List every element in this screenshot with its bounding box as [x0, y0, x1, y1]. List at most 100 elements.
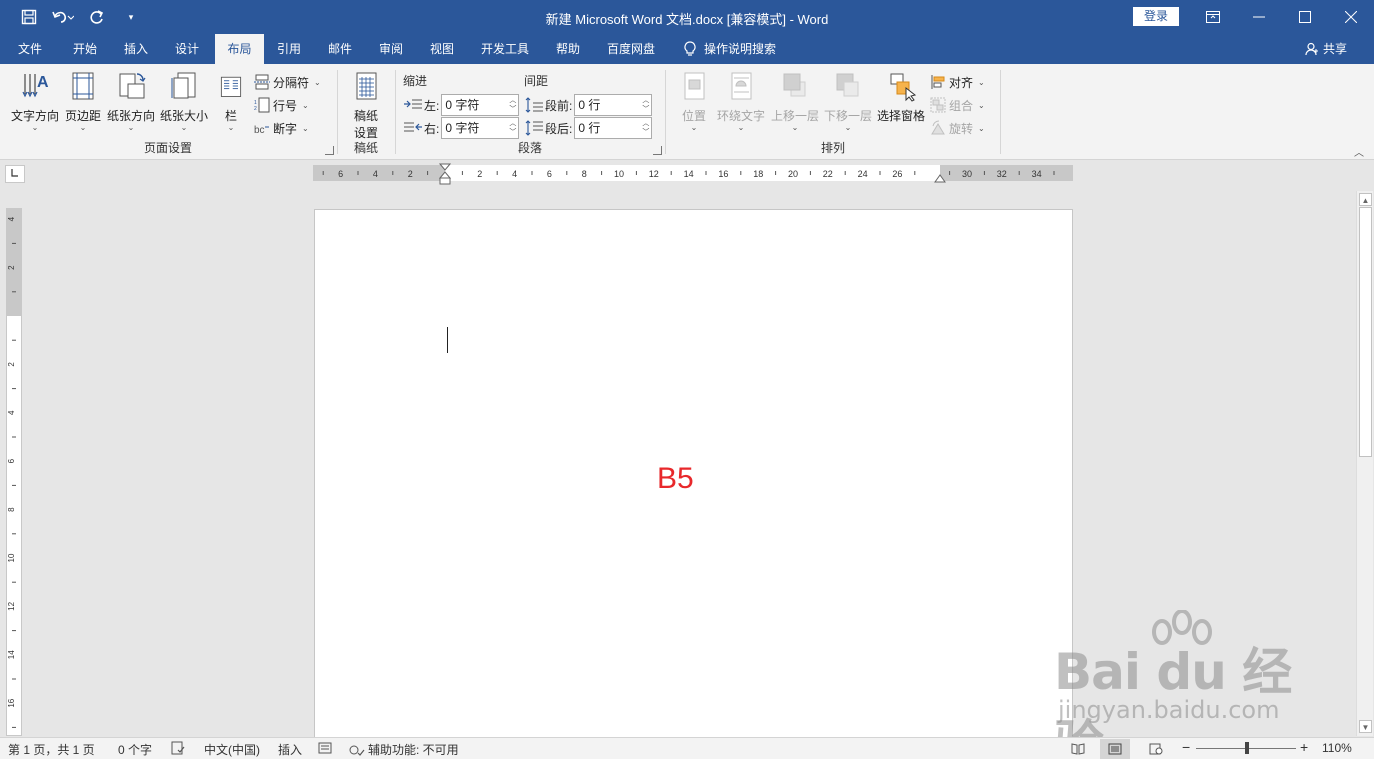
spacing-after-row: 段后: 0 行 ︿ ﹀	[525, 117, 653, 139]
selection-pane-button[interactable]: 选择窗格	[875, 70, 927, 124]
send-backward-icon	[836, 73, 859, 97]
tab-help[interactable]: 帮助	[548, 34, 588, 64]
indent-right-input[interactable]: 0 字符 ︿ ﹀	[441, 117, 520, 139]
language[interactable]: 中文(中国)	[204, 741, 260, 758]
tab-review[interactable]: 审阅	[371, 34, 411, 64]
chevron-down-icon: ⌄	[302, 100, 309, 110]
proofing-icon[interactable]	[171, 741, 185, 755]
indent-right-icon	[404, 122, 422, 132]
group-separator	[1000, 70, 1001, 154]
text-cursor	[447, 327, 448, 353]
spacing-before-input[interactable]: 0 行 ︿ ﹀	[574, 94, 653, 116]
margins-button[interactable]: 页边距 ⌄	[63, 70, 103, 132]
horizontal-ruler[interactable]: 6 4 2 2 4 6 8 10 12 14 16 18 20 22 24 26 30 32 34	[313, 163, 1073, 185]
ruler-label: 16	[718, 169, 728, 179]
align-label: 对齐	[949, 75, 974, 90]
ruler-label: 12	[7, 601, 16, 610]
wrap-text-button[interactable]: 环绕文字 ⌄	[714, 70, 768, 132]
document-text[interactable]: B5	[657, 462, 694, 496]
orientation-button[interactable]: 纸张方向 ⌄	[105, 70, 157, 132]
page-count[interactable]: 第 1 页，共 1 页	[8, 741, 95, 758]
ruler-label: 32	[997, 169, 1007, 179]
group-objects-button[interactable]: 组合 ⌄	[930, 95, 985, 115]
scrollbar-thumb[interactable]	[1359, 207, 1372, 457]
align-button[interactable]: 对齐 ⌄	[930, 72, 985, 92]
web-layout-icon[interactable]	[1141, 739, 1171, 759]
bring-forward-button[interactable]: 上移一层 ⌄	[769, 70, 821, 132]
chevron-down-icon: ⌄	[79, 123, 87, 132]
ruler-label: 10	[7, 553, 16, 562]
text-direction-button[interactable]: A 文字方向 ⌄	[9, 70, 61, 132]
rotate-button[interactable]: 旋转 ⌄	[930, 118, 985, 138]
text-direction-label: 文字方向	[10, 109, 59, 123]
tab-file[interactable]: 文件	[10, 34, 50, 64]
zoom-level[interactable]: 110%	[1322, 741, 1352, 755]
tab-home[interactable]: 开始	[65, 34, 105, 64]
columns-button[interactable]: 栏 ⌄	[216, 70, 246, 132]
tab-insert[interactable]: 插入	[116, 34, 156, 64]
tell-me-search[interactable]: 操作说明搜索	[684, 34, 776, 64]
tab-view[interactable]: 视图	[422, 34, 462, 64]
document-page[interactable]: B5	[314, 209, 1073, 739]
insert-mode[interactable]: 插入	[278, 741, 302, 758]
send-backward-button[interactable]: 下移一层 ⌄	[822, 70, 874, 132]
page-setup-dialog-launcher[interactable]	[325, 146, 334, 155]
share-button[interactable]: 共享	[1305, 34, 1347, 64]
scroll-up-icon[interactable]: ▲	[1359, 193, 1372, 206]
ruler-label: 6	[7, 458, 16, 463]
zoom-out-icon[interactable]: −	[1182, 739, 1190, 755]
breaks-button[interactable]: 分隔符 ⌄	[254, 72, 321, 92]
tab-design[interactable]: 设计	[167, 34, 207, 64]
login-button[interactable]: 登录	[1133, 7, 1179, 26]
tell-me-label: 操作说明搜索	[704, 42, 777, 56]
group-label-paragraph: 段落	[517, 141, 542, 155]
tab-selector[interactable]	[5, 165, 25, 183]
manuscript-settings-button[interactable]: 稿纸 设置	[346, 70, 386, 141]
ribbon-display-options-icon[interactable]	[1190, 0, 1236, 34]
paper-size-button[interactable]: 纸张大小 ⌄	[158, 70, 210, 132]
minimize-icon[interactable]	[1236, 0, 1282, 34]
selection-pane-icon	[890, 73, 917, 102]
chevron-down-icon: ⌄	[791, 123, 799, 132]
spin-arrows-icon[interactable]: ︿ ﹀	[509, 119, 516, 137]
zoom-in-icon[interactable]: +	[1300, 739, 1308, 755]
spin-arrows-icon[interactable]: ︿ ﹀	[642, 96, 649, 114]
tab-developer[interactable]: 开发工具	[473, 34, 537, 64]
paragraph-dialog-launcher[interactable]	[653, 146, 662, 155]
hyphenation-label: 断字	[273, 121, 298, 136]
accessibility-status[interactable]: 辅助功能: 不可用	[349, 741, 459, 758]
tab-baidu-netdisk[interactable]: 百度网盘	[599, 34, 663, 64]
chevron-down-icon: ⌄	[302, 123, 309, 133]
indent-right-row: 右: 0 字符 ︿ ﹀	[404, 117, 520, 139]
print-layout-icon[interactable]	[1100, 739, 1130, 759]
maximize-icon[interactable]	[1282, 0, 1328, 34]
zoom-slider-thumb[interactable]	[1245, 742, 1249, 754]
collapse-ribbon-icon[interactable]: ︿	[1354, 144, 1364, 159]
indent-left-input[interactable]: 0 字符 ︿ ﹀	[441, 94, 520, 116]
tab-mailings[interactable]: 邮件	[320, 34, 360, 64]
ruler-label: 18	[753, 169, 763, 179]
scroll-down-icon[interactable]: ▼	[1359, 720, 1372, 733]
position-label: 位置	[681, 109, 706, 123]
spacing-after-input[interactable]: 0 行 ︿ ﹀	[574, 117, 653, 139]
baidu-jingyan-watermark: Bai du 经验 jingyan.baidu.com	[1054, 610, 1304, 759]
line-numbers-button[interactable]: 12 行号 ⌄	[254, 95, 309, 115]
hyphenation-button[interactable]: bc 断字 ⌄	[254, 118, 309, 138]
first-line-indent-marker[interactable]	[439, 163, 451, 185]
right-indent-marker[interactable]	[934, 171, 946, 183]
paper-size-icon	[171, 72, 196, 99]
tab-layout[interactable]: 布局	[215, 34, 264, 64]
group-objects-label: 组合	[949, 98, 974, 113]
macro-record-icon[interactable]	[318, 741, 332, 755]
tab-references[interactable]: 引用	[269, 34, 309, 64]
indent-right-label: 右:	[424, 121, 440, 136]
word-count[interactable]: 0 个字	[118, 741, 152, 758]
spin-arrows-icon[interactable]: ︿ ﹀	[642, 119, 649, 137]
position-button[interactable]: 位置 ⌄	[676, 70, 712, 132]
vertical-scrollbar[interactable]: ▲ ▼	[1356, 191, 1373, 736]
vertical-ruler[interactable]: 4 2 2 4 6 8 10 12 14 16	[6, 208, 22, 736]
read-mode-icon[interactable]	[1063, 739, 1093, 759]
close-icon[interactable]	[1328, 0, 1374, 34]
spin-arrows-icon[interactable]: ︿ ﹀	[509, 96, 516, 114]
rotate-label: 旋转	[949, 121, 974, 136]
